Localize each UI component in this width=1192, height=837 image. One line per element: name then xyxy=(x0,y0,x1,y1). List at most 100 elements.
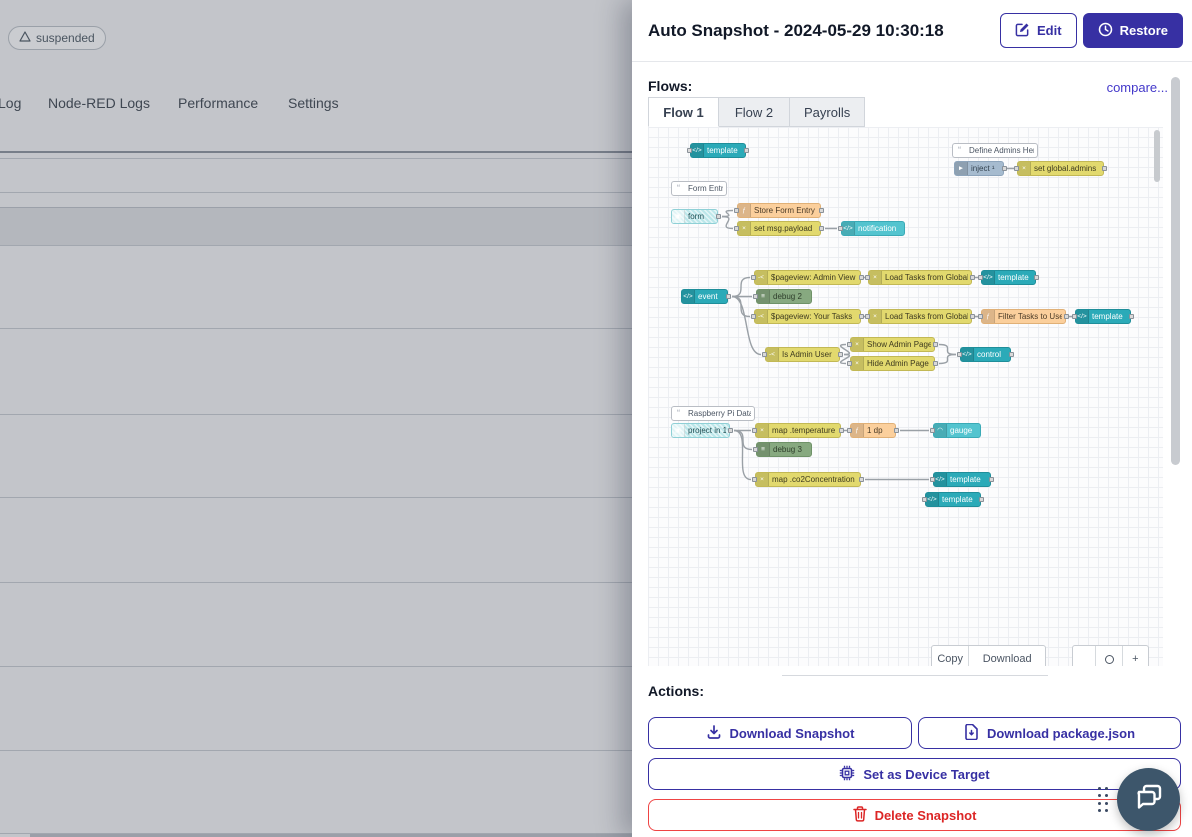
warning-icon xyxy=(19,31,31,45)
node-port xyxy=(847,428,852,433)
compare-link[interactable]: compare... xyxy=(1107,80,1168,95)
canvas-scrollbar-thumb[interactable] xyxy=(1154,130,1160,182)
flow-node-label: form xyxy=(688,210,714,223)
node-port xyxy=(751,314,756,319)
edit-button-label: Edit xyxy=(1037,23,1062,38)
table-row-selected xyxy=(0,207,632,245)
table-row-divider xyxy=(0,497,632,498)
function-node-icon: ƒ xyxy=(851,424,864,437)
status-badge-label: suspended xyxy=(36,31,95,45)
action-button-label: Download package.json xyxy=(987,726,1135,741)
background-nav-performance[interactable]: Performance xyxy=(178,95,258,111)
form-node-icon: ▣ xyxy=(672,424,685,437)
flow-node-template: </>template xyxy=(933,472,991,487)
action-button-label: Set as Device Target xyxy=(863,767,989,782)
template-node-icon: </> xyxy=(1076,310,1089,323)
trash-icon xyxy=(853,806,867,825)
template-node-icon: </> xyxy=(926,493,939,506)
flows-section-label: Flows: xyxy=(648,78,692,94)
actions-section-label: Actions: xyxy=(648,683,704,699)
canvas-zoom-toolbar-clipped[interactable]: + xyxy=(1072,645,1149,666)
node-port xyxy=(752,428,757,433)
change-node-icon: × xyxy=(869,271,882,284)
change-node-icon: × xyxy=(738,222,751,235)
chat-launcher-button[interactable] xyxy=(1117,768,1180,831)
table-row-divider xyxy=(0,158,632,159)
gauge-node-icon: ◠ xyxy=(934,424,947,437)
drawer-scrollbar-thumb[interactable] xyxy=(1171,77,1180,465)
flow-node-label: template xyxy=(998,271,1032,284)
flow-node-label: Form Entry xyxy=(688,182,723,195)
status-badge: suspended xyxy=(8,26,106,50)
drag-handle-dots[interactable] xyxy=(1098,787,1112,816)
flow-node-label: gauge xyxy=(950,424,977,437)
table-row-divider xyxy=(0,207,632,208)
download-package-json-button[interactable]: Download package.json xyxy=(918,717,1181,749)
background-nav-node-red-logs[interactable]: Node-RED Logs xyxy=(48,95,150,111)
flow-node-template: </>template xyxy=(690,143,746,158)
download-snapshot-button[interactable]: Download Snapshot xyxy=(648,717,912,749)
edit-button[interactable]: Edit xyxy=(1000,13,1077,48)
flow-node-label: debug 3 xyxy=(773,443,808,456)
tab-flow-1[interactable]: Flow 1 xyxy=(648,97,719,127)
flow-node-change: ×map .co2Concentration xyxy=(755,472,861,487)
node-port xyxy=(1034,275,1039,280)
comment-node-icon: “ xyxy=(953,144,966,157)
restore-button[interactable]: Restore xyxy=(1083,13,1183,48)
change-node-icon: × xyxy=(851,357,864,370)
node-port xyxy=(970,275,975,280)
flow-node-label: Show Admin Page xyxy=(867,338,931,351)
node-port xyxy=(838,226,843,231)
chip-icon xyxy=(839,765,855,784)
flow-node-label: Store Form Entry xyxy=(754,204,817,217)
flow-node-inject: ►inject ¹ xyxy=(954,161,1004,176)
flow-node-change: ×set msg.payload xyxy=(737,221,821,236)
node-port xyxy=(734,208,739,213)
node-port xyxy=(859,477,864,482)
switch-node-icon: -< xyxy=(755,271,768,284)
flow-node-label: Is Admin User xyxy=(782,348,836,361)
node-port xyxy=(751,275,756,280)
flow-node-template: </>template xyxy=(1075,309,1131,324)
flow-node-switch: -<Is Admin User xyxy=(765,347,840,362)
file-download-icon xyxy=(964,724,979,743)
background-nav-log[interactable]: Log xyxy=(0,95,21,111)
comment-node-icon: “ xyxy=(672,407,685,420)
action-button-label: Delete Snapshot xyxy=(875,808,977,823)
background-nav-tabs: Log Node-RED Logs Performance Settings xyxy=(0,95,632,115)
canvas-toolbar-clipped[interactable]: Copy Download xyxy=(931,645,1046,666)
flow-node-comment: “Raspberry Pi Data xyxy=(671,406,755,421)
flow-node-label: project in 1 xyxy=(688,424,726,437)
snapshot-drawer: Auto Snapshot - 2024-05-29 10:30:18 Edit… xyxy=(632,0,1192,837)
switch-node-icon: -< xyxy=(755,310,768,323)
node-port xyxy=(933,361,938,366)
flow-node-change: ×Hide Admin Page xyxy=(850,356,935,371)
download-icon xyxy=(706,724,722,743)
drawer-header: Auto Snapshot - 2024-05-29 10:30:18 Edit… xyxy=(632,0,1192,62)
comment-node-icon: “ xyxy=(672,182,685,195)
table-row-divider xyxy=(0,414,632,415)
background-nav-settings[interactable]: Settings xyxy=(288,95,339,111)
flow-preview-canvas[interactable]: </>template“Define Admins Here►inject ¹×… xyxy=(648,127,1163,666)
node-port xyxy=(1102,166,1107,171)
flow-node-label: 1 dp xyxy=(867,424,892,437)
node-port xyxy=(989,477,994,482)
flow-node-debug: ≡debug 2 xyxy=(756,289,812,304)
set-as-device-target-button[interactable]: Set as Device Target xyxy=(648,758,1181,790)
node-port xyxy=(1072,314,1077,319)
tab-flow-2[interactable]: Flow 2 xyxy=(719,97,790,127)
uiout-node-icon: </> xyxy=(842,222,855,235)
node-port xyxy=(744,148,749,153)
table-row-divider xyxy=(0,328,632,329)
tab-payrolls[interactable]: Payrolls xyxy=(790,97,865,127)
edit-icon xyxy=(1015,22,1030,40)
flow-node-label: template xyxy=(707,144,742,157)
flow-node-function: ƒ1 dp xyxy=(850,423,896,438)
debug-node-icon: ≡ xyxy=(757,443,770,456)
flow-node-label: map .co2Concentration xyxy=(772,473,857,486)
table-row-divider xyxy=(0,151,632,153)
flow-node-label: template xyxy=(1092,310,1127,323)
flow-node-label: $pageview: Your Tasks xyxy=(771,310,857,323)
action-button-label: Download Snapshot xyxy=(730,726,855,741)
node-port xyxy=(716,214,721,219)
